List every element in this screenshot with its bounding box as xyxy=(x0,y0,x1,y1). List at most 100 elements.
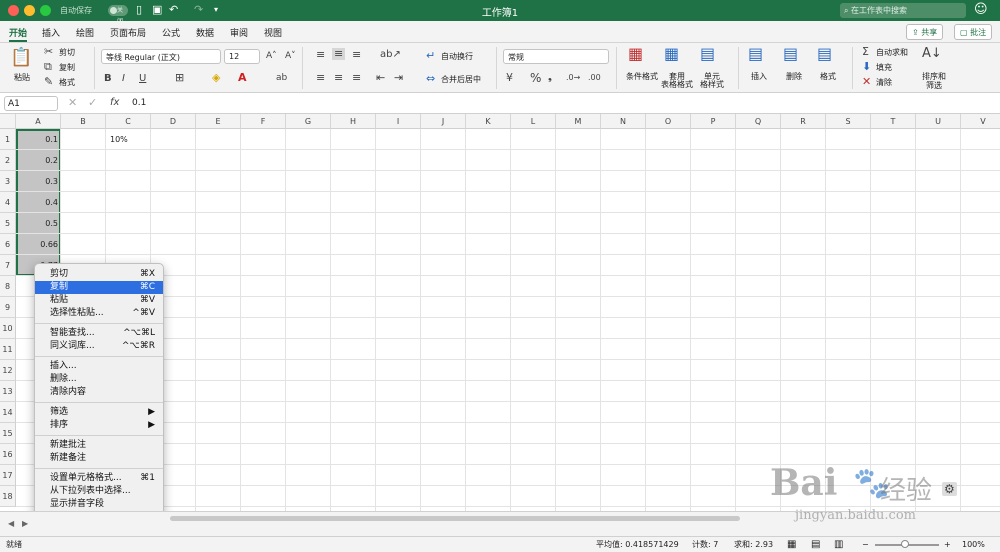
column-header-F[interactable]: F xyxy=(241,114,286,129)
tab-insert[interactable]: 插入 xyxy=(42,26,60,39)
merge-center-button[interactable]: 合并后居中 xyxy=(441,75,481,84)
column-header-A[interactable]: A xyxy=(16,114,61,129)
increase-indent-icon[interactable]: ⇥ xyxy=(394,72,403,84)
cell-A5[interactable]: 0.5 xyxy=(16,213,61,234)
fill-button[interactable]: 填充 xyxy=(876,63,892,72)
row-header-9[interactable]: 9 xyxy=(0,297,16,318)
cell-A6[interactable]: 0.66 xyxy=(16,234,61,255)
row-header-2[interactable]: 2 xyxy=(0,150,16,171)
context-menu-item[interactable]: 粘贴 ⌘V xyxy=(35,294,163,307)
column-header-R[interactable]: R xyxy=(781,114,826,129)
row-header-17[interactable]: 17 xyxy=(0,465,16,486)
column-header-S[interactable]: S xyxy=(826,114,871,129)
sort-filter-icon[interactable]: A↓ xyxy=(922,47,942,60)
cell-A2[interactable]: 0.2 xyxy=(16,150,61,171)
delete-cells-button[interactable]: 删除 xyxy=(786,72,802,81)
italic-button[interactable]: I xyxy=(122,73,125,85)
fill-color-icon[interactable]: ◈ xyxy=(212,72,220,84)
copy-button[interactable]: 复制 xyxy=(59,63,75,72)
align-bottom-icon[interactable]: ≡ xyxy=(352,49,361,61)
increase-font-icon[interactable]: A˄ xyxy=(266,50,277,62)
align-right-icon[interactable]: ≡ xyxy=(352,72,361,84)
insert-cells-button[interactable]: 插入 xyxy=(751,72,767,81)
column-header-D[interactable]: D xyxy=(151,114,196,129)
tab-formulas[interactable]: 公式 xyxy=(162,26,180,39)
zoom-in-icon[interactable]: + xyxy=(944,537,951,552)
copy-icon[interactable]: ⧉ xyxy=(44,61,52,73)
context-menu-item[interactable]: 插入... xyxy=(35,360,163,373)
phonetic-icon[interactable]: ab xyxy=(276,72,287,84)
font-color-icon[interactable]: A xyxy=(238,72,247,84)
increase-decimal-icon[interactable]: .0→ xyxy=(566,72,580,84)
paste-button-label[interactable]: 粘贴 xyxy=(14,73,30,82)
context-menu-item[interactable]: 删除... xyxy=(35,373,163,386)
name-box[interactable]: A1 xyxy=(4,96,58,111)
format-cells-icon[interactable]: ▤ xyxy=(817,46,832,62)
function-icon[interactable]: fx xyxy=(110,97,119,109)
row-header-8[interactable]: 8 xyxy=(0,276,16,297)
comments-button[interactable]: ▢ 批注 xyxy=(954,24,993,40)
sheet-search-input[interactable]: ⌕ 在工作表中搜索 xyxy=(840,3,966,18)
tab-draw[interactable]: 绘图 xyxy=(76,26,94,39)
cell-styles-button[interactable]: 单元 格样式 xyxy=(700,73,724,89)
align-top-icon[interactable]: ≡ xyxy=(316,49,325,61)
column-header-T[interactable]: T xyxy=(871,114,916,129)
select-all-corner[interactable] xyxy=(0,114,16,129)
align-middle-icon[interactable]: ≡ xyxy=(332,48,346,60)
user-avatar-icon[interactable]: ☺ xyxy=(974,2,988,17)
context-menu-item[interactable]: 复制 ⌘C xyxy=(35,281,163,294)
context-menu-item[interactable]: 同义词库... ^⌥⌘R xyxy=(35,340,163,353)
context-menu-item[interactable]: 剪切 ⌘X xyxy=(35,268,163,281)
sort-filter-button[interactable]: 排序和 筛选 xyxy=(922,72,946,90)
zoom-slider-thumb[interactable] xyxy=(901,540,909,548)
context-menu-item[interactable]: 新建备注 xyxy=(35,452,163,465)
tab-home[interactable]: 开始 xyxy=(9,26,28,42)
row-header-7[interactable]: 7 xyxy=(0,255,16,276)
number-format-select[interactable]: 常规 xyxy=(503,49,609,64)
fill-icon[interactable]: ⬇ xyxy=(862,61,871,73)
conditional-format-icon[interactable]: ▦ xyxy=(628,46,643,62)
settings-gear-icon[interactable]: ⚙ xyxy=(942,482,957,496)
column-header-I[interactable]: I xyxy=(376,114,421,129)
borders-icon[interactable]: ⊞ xyxy=(175,72,184,84)
column-header-J[interactable]: J xyxy=(421,114,466,129)
previous-sheet-icon[interactable]: ◀ xyxy=(8,518,14,530)
row-header-13[interactable]: 13 xyxy=(0,381,16,402)
context-menu-item[interactable]: 新建批注 xyxy=(35,439,163,452)
wrap-text-icon[interactable]: ↵ xyxy=(426,50,435,62)
column-header-E[interactable]: E xyxy=(196,114,241,129)
normal-view-icon[interactable]: ▦ xyxy=(787,537,796,552)
delete-cells-icon[interactable]: ▤ xyxy=(783,46,798,62)
format-as-table-button[interactable]: 套用 表格格式 xyxy=(661,73,693,89)
context-menu-item[interactable]: 清除内容 xyxy=(35,386,163,399)
formula-input[interactable]: 0.1 xyxy=(132,99,146,108)
row-header-11[interactable]: 11 xyxy=(0,339,16,360)
format-painter-icon[interactable]: ✎ xyxy=(44,76,53,88)
percent-icon[interactable]: % xyxy=(530,72,541,84)
context-menu-item[interactable]: 从下拉列表中选择... xyxy=(35,485,163,498)
merge-center-icon[interactable]: ⇔ xyxy=(426,73,435,85)
decrease-decimal-icon[interactable]: .00 xyxy=(588,72,601,84)
cell-A1[interactable]: 0.1 xyxy=(16,129,61,150)
context-menu-item[interactable]: 显示拼音字段 xyxy=(35,498,163,511)
column-header-P[interactable]: P xyxy=(691,114,736,129)
column-header-K[interactable]: K xyxy=(466,114,511,129)
share-button[interactable]: ⇪ 共享 xyxy=(906,24,944,40)
context-menu-item[interactable]: 设置单元格格式... ⌘1 xyxy=(35,472,163,485)
underline-button[interactable]: U xyxy=(139,73,146,85)
decrease-indent-icon[interactable]: ⇤ xyxy=(376,72,385,84)
clear-button[interactable]: 清除 xyxy=(876,78,892,87)
column-header-V[interactable]: V xyxy=(961,114,1000,129)
row-header-16[interactable]: 16 xyxy=(0,444,16,465)
cancel-entry-icon[interactable]: ✕ xyxy=(68,97,77,109)
currency-icon[interactable]: ¥ xyxy=(506,72,513,84)
cell-A3[interactable]: 0.3 xyxy=(16,171,61,192)
orientation-icon[interactable]: ab↗ xyxy=(380,49,401,61)
zoom-out-icon[interactable]: − xyxy=(862,537,869,552)
wrap-text-button[interactable]: 自动换行 xyxy=(441,52,473,61)
row-header-6[interactable]: 6 xyxy=(0,234,16,255)
page-break-view-icon[interactable]: ▥ xyxy=(834,537,843,552)
row-header-14[interactable]: 14 xyxy=(0,402,16,423)
conditional-format-button[interactable]: 条件格式 xyxy=(626,72,658,81)
row-header-18[interactable]: 18 xyxy=(0,486,16,507)
